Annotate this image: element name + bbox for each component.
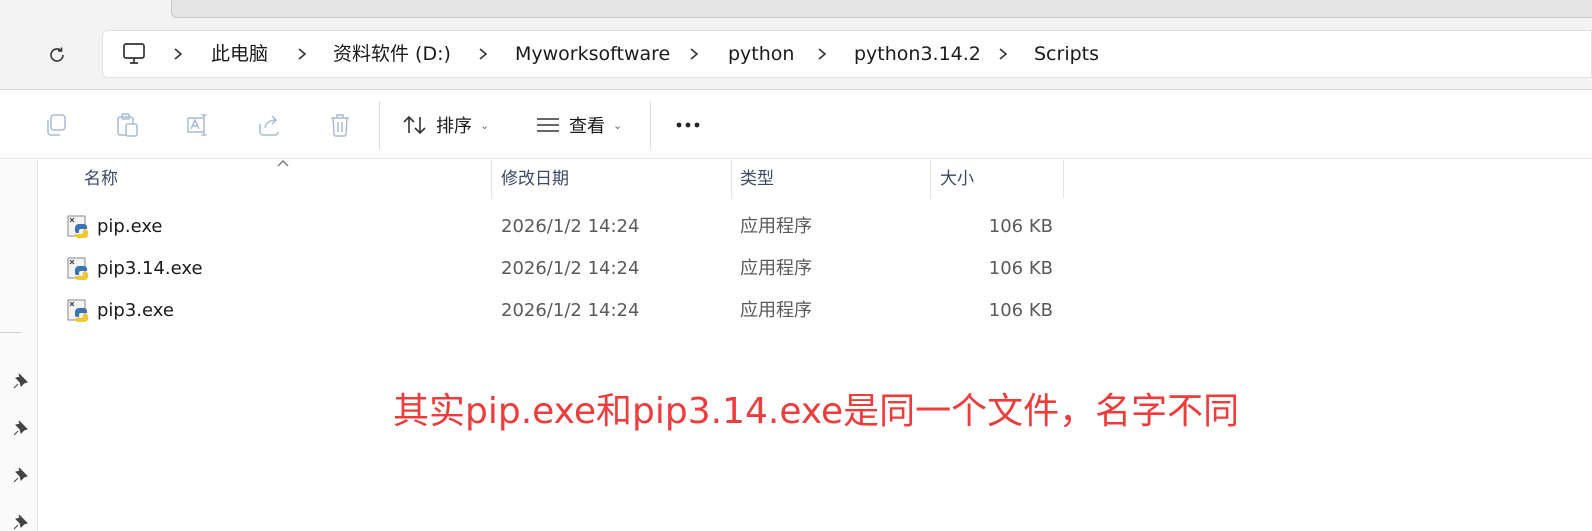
file-row[interactable]: pip3.exe 2026/1/2 14:24 应用程序 106 KB [40,291,1070,331]
file-size: 106 KB [988,300,1053,321]
python-exe-icon [67,257,88,280]
breadcrumb-item-this-pc[interactable]: 此电脑 [211,31,268,77]
active-tab[interactable] [171,0,1592,18]
chevron-right-icon[interactable] [171,46,185,62]
column-divider[interactable] [491,160,492,198]
chevron-down-icon: ⌄ [613,118,623,132]
sort-button[interactable]: 排序 ⌄ [402,105,489,145]
view-button[interactable]: 查看 ⌄ [535,105,622,145]
column-header-size[interactable]: 大小 [940,160,974,198]
toolbar-divider [650,101,651,149]
file-name[interactable]: pip.exe [97,207,163,247]
breadcrumb-item-drive-d[interactable]: 资料软件 (D:) [333,31,451,77]
chevron-right-icon[interactable] [815,46,829,62]
navigation-pane [0,160,38,531]
breadcrumb-item-python3142[interactable]: python3.14.2 [854,31,981,77]
command-bar: 排序 ⌄ 查看 ⌄ [0,91,1592,159]
chevron-right-icon[interactable] [687,46,701,62]
column-divider[interactable] [1063,160,1064,198]
annotation-note: 其实pip.exe和pip3.14.exe是同一个文件，名字不同 [393,391,1240,432]
breadcrumb-item-myworksoftware[interactable]: Myworksoftware [515,31,670,77]
toolbar-divider [379,101,380,149]
breadcrumb-item-python[interactable]: python [728,31,794,77]
file-type: 应用程序 [740,258,812,279]
column-header-date-modified[interactable]: 修改日期 [501,160,569,198]
address-row: 此电脑 资料软件 (D:) Myworksoftware python pyth… [0,18,1592,90]
computer-icon[interactable] [121,42,147,66]
view-label: 查看 [569,116,605,137]
file-name[interactable]: pip3.14.exe [97,249,203,289]
pin-icon[interactable] [12,513,30,531]
paste-icon[interactable] [114,112,140,138]
column-header-type[interactable]: 类型 [740,160,774,198]
refresh-icon [50,47,64,62]
refresh-button[interactable] [42,40,72,70]
chevron-down-icon: ⌄ [480,118,490,132]
pin-icon[interactable] [12,419,30,437]
column-divider[interactable] [930,160,931,198]
list-view-icon [537,118,559,132]
file-name[interactable]: pip3.exe [97,291,174,331]
file-date-modified: 2026/1/2 14:24 [501,216,640,237]
breadcrumb[interactable]: 此电脑 资料软件 (D:) Myworksoftware python pyth… [102,30,1592,78]
chevron-right-icon[interactable] [476,46,490,62]
file-size: 106 KB [988,216,1053,237]
file-type: 应用程序 [740,300,812,321]
python-exe-icon [67,215,88,238]
chevron-right-icon[interactable] [295,46,309,62]
column-divider[interactable] [731,160,732,198]
file-type: 应用程序 [740,216,812,237]
delete-icon[interactable] [327,112,353,138]
sort-ascending-icon [277,160,289,167]
sort-label: 排序 [436,116,472,137]
file-size: 106 KB [988,258,1053,279]
breadcrumb-item-scripts[interactable]: Scripts [1034,31,1099,77]
chevron-right-icon[interactable] [996,46,1010,62]
tab-strip [0,0,1592,18]
column-header-name[interactable]: 名称 [84,160,118,198]
pin-icon[interactable] [12,372,30,390]
python-exe-icon [67,299,88,322]
rename-icon[interactable] [185,112,211,138]
navigation-pane-divider [0,332,22,333]
sort-icon [403,115,426,135]
more-options-icon[interactable] [674,113,702,137]
file-date-modified: 2026/1/2 14:24 [501,300,640,321]
file-row[interactable]: pip3.14.exe 2026/1/2 14:24 应用程序 106 KB [40,249,1070,289]
file-date-modified: 2026/1/2 14:24 [501,258,640,279]
share-icon[interactable] [256,112,282,138]
copy-icon[interactable] [43,112,69,138]
file-row[interactable]: pip.exe 2026/1/2 14:24 应用程序 106 KB [40,207,1070,247]
pin-icon[interactable] [12,466,30,484]
